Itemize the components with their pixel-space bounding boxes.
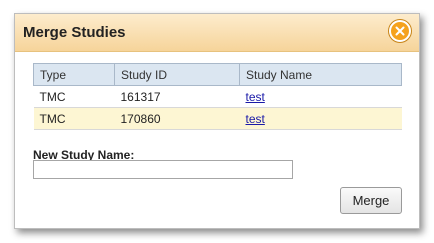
study-name-link[interactable]: test: [246, 90, 265, 104]
column-header-type[interactable]: Type: [33, 63, 115, 86]
merge-button[interactable]: Merge: [340, 187, 402, 214]
table-row[interactable]: TMC 170860 test: [33, 107, 402, 130]
column-header-study-id[interactable]: Study ID: [114, 63, 240, 86]
cell-study-id: 161317: [114, 85, 240, 108]
cell-study-name: test: [239, 85, 402, 108]
studies-table: Type Study ID Study Name TMC 161317 test…: [33, 63, 402, 130]
dialog-titlebar: Merge Studies: [15, 14, 419, 52]
close-icon[interactable]: [389, 20, 411, 42]
cell-study-name: test: [239, 107, 402, 130]
study-name-link[interactable]: test: [246, 112, 265, 126]
cell-type: TMC: [33, 107, 115, 130]
merge-studies-dialog: Merge Studies Type Study ID Study Name T…: [14, 13, 420, 229]
dialog-title: Merge Studies: [23, 24, 126, 41]
new-study-name-input[interactable]: [33, 160, 293, 179]
table-header-row: Type Study ID Study Name: [33, 63, 402, 86]
table-row[interactable]: TMC 161317 test: [33, 85, 402, 108]
column-header-study-name[interactable]: Study Name: [239, 63, 402, 86]
cell-type: TMC: [33, 85, 115, 108]
cell-study-id: 170860: [114, 107, 240, 130]
